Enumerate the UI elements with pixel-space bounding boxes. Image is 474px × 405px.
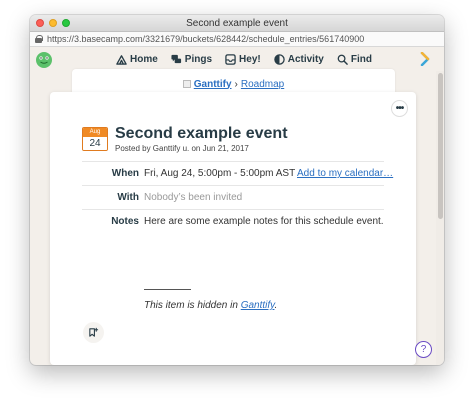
address-bar[interactable]: https://3.basecamp.com/3321679/buckets/6… <box>30 32 444 47</box>
project-icon <box>182 80 191 88</box>
hey-inbox-icon <box>225 53 236 65</box>
window-title: Second example event <box>186 18 288 29</box>
with-value: Nobody’s been invited <box>144 192 243 203</box>
window-titlebar: Second example event <box>30 15 444 32</box>
nav-pings[interactable]: Pings <box>171 54 212 65</box>
nav-activity[interactable]: Activity <box>273 53 324 65</box>
posted-by-text: Posted by Ganttify u. on Jun 21, 2017 <box>115 144 249 153</box>
hidden-note-suffix: . <box>274 300 278 311</box>
divider <box>144 289 191 290</box>
divider <box>82 185 384 186</box>
nav-pings-label: Pings <box>184 53 213 65</box>
event-card: ••• Aug 24 Second example event Posted b… <box>50 92 416 365</box>
home-icon <box>116 54 127 65</box>
minimize-window-button[interactable] <box>49 19 57 27</box>
when-label: When <box>111 168 139 179</box>
hidden-item-note: This item is hidden in Ganttify. <box>144 300 277 311</box>
with-label: With <box>117 192 139 203</box>
window-controls <box>36 19 70 27</box>
nav-home[interactable]: Home <box>116 54 158 65</box>
date-month: Aug <box>83 128 107 137</box>
close-window-button[interactable] <box>36 19 44 27</box>
nav-activity-label: Activity <box>287 53 324 65</box>
date-day: 24 <box>83 137 107 150</box>
url-text[interactable]: https://3.basecamp.com/3321679/buckets/6… <box>47 34 364 44</box>
help-button[interactable]: ? <box>415 341 432 358</box>
scrollbar-thumb[interactable] <box>438 73 443 219</box>
activity-icon <box>273 53 285 65</box>
chevron-right-icon[interactable] <box>420 52 430 66</box>
lock-icon <box>35 35 43 43</box>
nav-find-label: Find <box>350 53 372 65</box>
divider <box>82 161 384 162</box>
top-navigation: Home Pings Hey! Activity Find <box>30 47 444 71</box>
hidden-note-prefix: This item is hidden in <box>144 300 241 311</box>
notes-value: Here are some example notes for this sch… <box>144 216 384 227</box>
page-title: Second example event <box>115 125 288 142</box>
bookmark-icon <box>89 327 99 337</box>
when-value: Fri, Aug 24, 5:00pm - 5:00pm AST <box>144 168 296 179</box>
more-options-button[interactable]: ••• <box>391 100 408 117</box>
notes-label: Notes <box>111 216 139 227</box>
add-to-calendar-link[interactable]: Add to my calendar… <box>297 168 393 179</box>
search-icon <box>337 54 348 65</box>
zoom-window-button[interactable] <box>62 19 70 27</box>
nav-hey-label: Hey! <box>239 53 261 65</box>
bookmark-button[interactable] <box>83 322 104 343</box>
nav-find[interactable]: Find <box>337 54 372 65</box>
breadcrumb-section-link[interactable]: Roadmap <box>241 79 284 90</box>
nav-home-label: Home <box>130 53 158 65</box>
hidden-project-link[interactable]: Ganttify <box>241 300 275 311</box>
pings-icon <box>171 54 181 63</box>
divider <box>82 209 384 210</box>
nav-hey[interactable]: Hey! <box>225 54 261 65</box>
basecamp-logo-icon[interactable] <box>34 49 54 69</box>
breadcrumb-separator: › <box>234 78 238 90</box>
browser-window: Second example event https://3.basecamp.… <box>30 15 444 365</box>
breadcrumb-project-link[interactable]: Ganttify <box>194 79 232 90</box>
calendar-date-tile: Aug 24 <box>82 127 108 151</box>
